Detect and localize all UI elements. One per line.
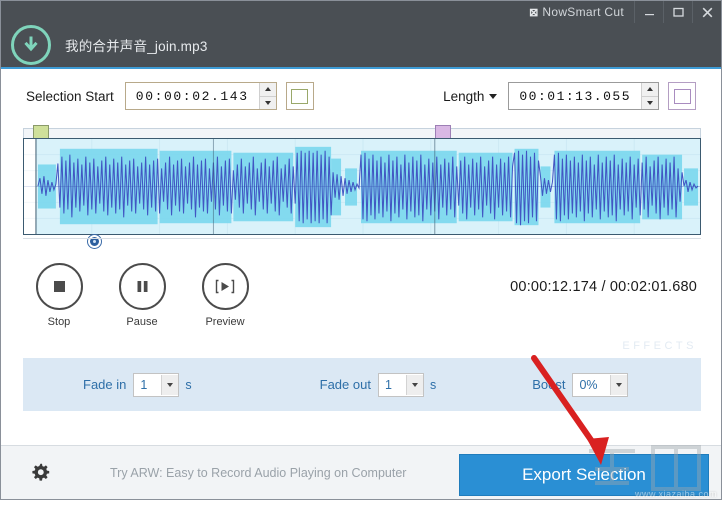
export-selection-label: Export Selection: [522, 465, 646, 484]
promo-text[interactable]: Try ARW: Easy to Record Audio Playing on…: [110, 466, 406, 480]
playback-timecode: 00:00:12.174 / 00:02:01.680: [510, 279, 697, 295]
maximize-icon[interactable]: [663, 1, 692, 23]
fade-out-group: Fade out 1 s: [319, 372, 437, 397]
selection-start-color-swatch[interactable]: [285, 82, 314, 110]
fade-out-select[interactable]: 1: [377, 372, 424, 397]
length-label-text: Length: [443, 88, 485, 104]
length-step-up[interactable]: [642, 83, 658, 97]
selection-start-value[interactable]: 00:00:02.143: [126, 83, 259, 109]
waveform-area[interactable]: [23, 125, 701, 248]
effects-section-title: EFFECTS: [622, 340, 697, 352]
chevron-down-icon[interactable]: [405, 374, 423, 395]
selection-row: Selection Start 00:00:02.143 Length 00:0…: [1, 69, 721, 123]
app-title-group: ⊠ NowSmart Cut: [529, 5, 624, 19]
waveform-canvas[interactable]: [23, 138, 701, 235]
fade-in-label: Fade in: [83, 377, 127, 392]
app-window: ⊠ NowSmart Cut 我的合并声音_join.mp3 Selection…: [0, 0, 722, 500]
length-step-down[interactable]: [642, 97, 658, 110]
preview-label: Preview: [205, 316, 245, 328]
length-value[interactable]: 00:01:13.055: [509, 83, 641, 109]
chevron-down-icon[interactable]: [489, 94, 498, 100]
file-name-label: 我的合并声音_join.mp3: [65, 39, 208, 54]
logo-icon: ⊠: [529, 6, 538, 19]
selection-start-stepper[interactable]: [258, 83, 276, 110]
minimize-icon[interactable]: [634, 1, 663, 23]
boost-label: Boost: [532, 377, 566, 392]
playhead-handle[interactable]: [88, 235, 101, 248]
pause-icon[interactable]: [118, 263, 166, 310]
pause-button[interactable]: Pause: [114, 263, 170, 328]
chevron-down-icon[interactable]: [610, 374, 628, 395]
stop-icon[interactable]: [35, 263, 83, 310]
fade-out-label: Fade out: [319, 377, 371, 392]
boost-group: Boost 0%: [532, 372, 629, 397]
boost-select[interactable]: 0%: [572, 372, 629, 397]
export-selection-button[interactable]: Export Selection: [459, 454, 709, 496]
window-controls: [634, 1, 721, 23]
length-field[interactable]: 00:01:13.055: [508, 82, 659, 110]
selection-start-step-up[interactable]: [259, 83, 276, 97]
stop-label: Stop: [47, 316, 71, 328]
transport-controls: Stop Pause Preview: [31, 263, 253, 328]
file-header: 我的合并声音_join.mp3: [1, 23, 721, 67]
app-title-text: NowSmart Cut: [542, 5, 624, 19]
preview-button[interactable]: Preview: [197, 263, 253, 328]
download-circle-icon: [11, 25, 51, 65]
gear-icon[interactable]: [31, 463, 50, 482]
length-stepper[interactable]: [641, 83, 658, 109]
preview-play-icon[interactable]: [201, 263, 249, 310]
bottom-bar: Try ARW: Easy to Record Audio Playing on…: [1, 446, 721, 499]
selection-start-field[interactable]: 00:00:02.143: [124, 82, 277, 110]
selection-start-step-down[interactable]: [260, 97, 276, 110]
boost-value: 0%: [579, 377, 598, 392]
effects-panel: Fade in 1 s Fade out 1 s Boost 0%: [23, 358, 701, 411]
length-group: Length 00:01:13.055: [443, 82, 696, 110]
chevron-down-icon[interactable]: [161, 374, 179, 395]
waveform-baseline: [23, 238, 701, 239]
fade-out-unit: s: [429, 377, 437, 392]
fade-in-group: Fade in 1 s: [83, 372, 192, 397]
close-icon[interactable]: [692, 1, 721, 23]
stop-button[interactable]: Stop: [31, 263, 87, 328]
fade-out-value: 1: [384, 377, 392, 392]
fade-in-unit: s: [185, 377, 192, 392]
selection-start-label: Selection Start: [26, 88, 114, 104]
length-color-swatch[interactable]: [668, 82, 696, 110]
fade-in-value: 1: [140, 377, 148, 392]
pause-label: Pause: [126, 316, 158, 328]
fade-in-select[interactable]: 1: [133, 372, 180, 397]
title-bar: ⊠ NowSmart Cut: [1, 1, 721, 23]
length-label[interactable]: Length: [443, 88, 498, 104]
